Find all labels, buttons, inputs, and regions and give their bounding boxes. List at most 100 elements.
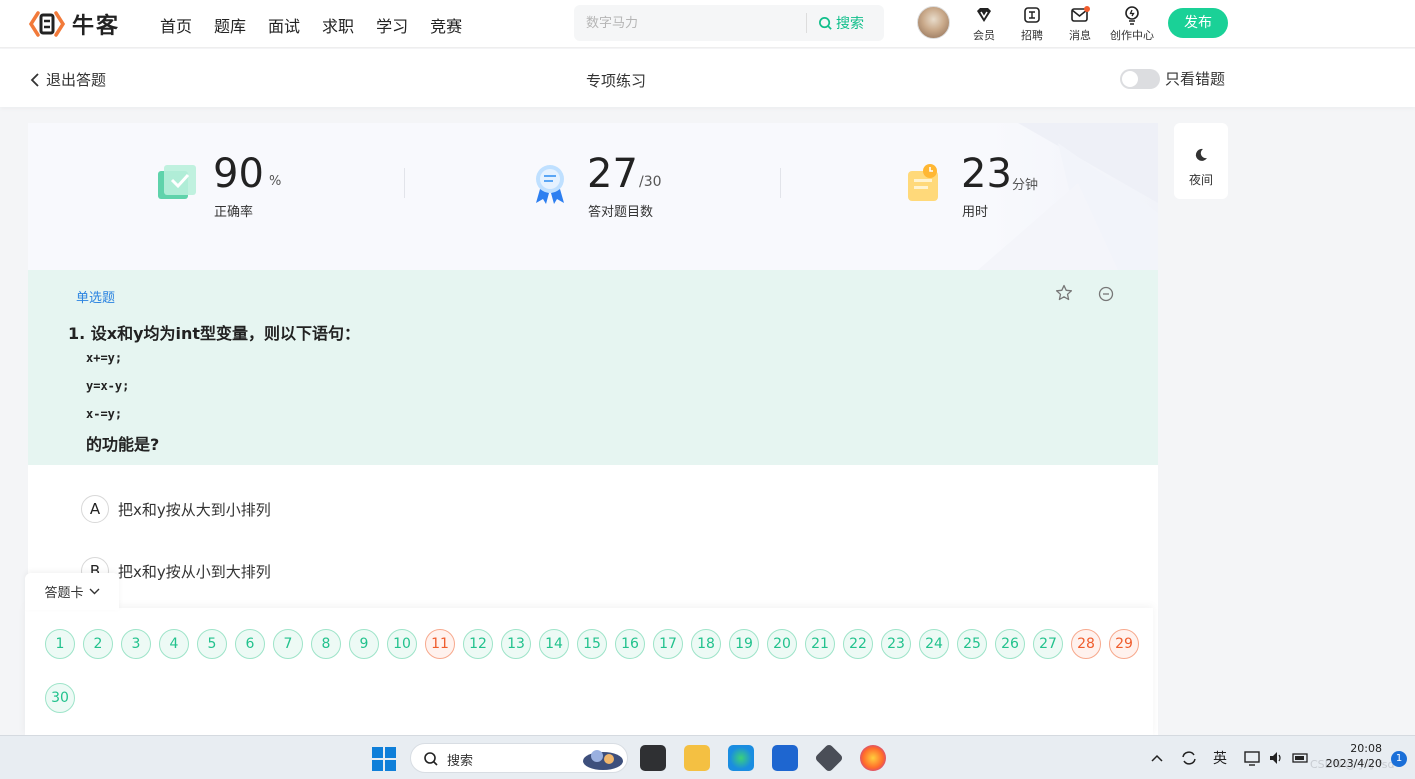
answer-card-number[interactable]: 14 [539,629,569,659]
logo-text: 牛客 [72,14,121,39]
answer-card-number[interactable]: 30 [45,683,75,713]
answer-card-number[interactable]: 27 [1033,629,1063,659]
accuracy-unit: % [269,174,282,189]
sub-header: 退出答题 专项练习 只看错题 [0,49,1415,107]
nav-recruit-label: 招聘 [1021,29,1043,42]
chevron-up-icon[interactable] [1151,754,1163,762]
night-mode-label: 夜间 [1188,173,1213,187]
star-icon[interactable] [1055,284,1073,306]
taskbar-search[interactable]: 搜索 [410,743,628,773]
answer-card-number[interactable]: 19 [729,629,759,659]
wrong-only-label: 只看错题 [1165,70,1226,88]
answer-card-number[interactable]: 1 [45,629,75,659]
answer-card-number[interactable]: 16 [615,629,645,659]
recruit-icon [1008,4,1056,26]
logo[interactable]: 牛客 [28,8,120,40]
search-button[interactable]: 搜索 [818,13,864,33]
toggle-switch[interactable] [1120,68,1160,89]
answer-card-number[interactable]: 21 [805,629,835,659]
nav-message-label: 消息 [1069,29,1091,42]
checkbook-icon [158,163,198,205]
clock-time: 20:08 [1350,742,1382,755]
nav-link-interview[interactable]: 面试 [268,13,300,37]
answer-card-number[interactable]: 25 [957,629,987,659]
answer-card-label: 答题卡 [44,586,84,601]
result-stats: 90 % 正确率 27 /30 答对题目数 23 分钟 用时 [28,123,1158,270]
nowcoder-logo-icon [28,9,66,39]
minus-circle-icon[interactable] [1098,286,1114,306]
correct-value: 27 [587,151,638,197]
search-button-label: 搜索 [836,16,864,32]
ime-indicator[interactable]: 英 [1213,748,1227,768]
answer-card-number[interactable]: 26 [995,629,1025,659]
answer-card-number[interactable]: 23 [881,629,911,659]
nav-message[interactable]: 消息 [1056,4,1104,43]
publish-button[interactable]: 发布 [1168,8,1228,38]
nav-recruit[interactable]: 招聘 [1008,4,1056,43]
avatar[interactable] [917,6,950,39]
wrong-only-toggle[interactable]: 只看错题 [1120,68,1225,89]
answer-card-number[interactable]: 18 [691,629,721,659]
speaker-icon[interactable] [1268,750,1284,766]
nav-link-question-bank[interactable]: 题库 [214,13,246,37]
lightbulb-icon [1108,4,1156,26]
edge-browser-icon[interactable] [728,745,754,771]
answer-card-number[interactable]: 11 [425,629,455,659]
correct-total: /30 [639,174,662,190]
nav-vip[interactable]: 会员 [960,4,1008,43]
option-text: 把x和y按从小到大排列 [118,562,271,581]
page-title: 专项练习 [585,72,646,90]
question-area: 单选题 1. 设x和y均为int型变量，则以下语句： x+=y; y=x-y; … [28,270,1158,465]
task-view-icon[interactable] [640,745,666,771]
answer-card-number[interactable]: 15 [577,629,607,659]
answer-card-number[interactable]: 29 [1109,629,1139,659]
notification-badge[interactable]: 1 [1391,751,1407,767]
battery-icon[interactable] [1292,751,1310,765]
nav-link-jobs[interactable]: 求职 [322,13,354,37]
answer-card-number[interactable]: 2 [83,629,113,659]
clock-note-icon [906,163,944,207]
answer-card-number[interactable]: 12 [463,629,493,659]
answer-card-number[interactable]: 28 [1071,629,1101,659]
app-icon[interactable] [814,743,844,773]
nav-creator-center[interactable]: 创作中心 [1108,4,1156,43]
option-a[interactable]: A 把x和y按从大到小排列 [81,495,271,523]
answer-card-number[interactable]: 22 [843,629,873,659]
network-icon[interactable] [1244,750,1262,766]
answer-card-number[interactable]: 13 [501,629,531,659]
search-divider [806,13,807,33]
answer-card-number[interactable]: 5 [197,629,227,659]
answer-card-number[interactable]: 17 [653,629,683,659]
night-mode-button[interactable]: 夜间 [1174,123,1228,199]
answer-card-number[interactable]: 24 [919,629,949,659]
answer-card-number[interactable]: 6 [235,629,265,659]
answer-card-toggle[interactable]: 答题卡 [25,573,119,610]
system-clock[interactable]: 20:08 2023/4/20 [1322,741,1382,771]
divider [404,168,405,198]
option-letter: A [81,495,109,523]
answer-card-number[interactable]: 7 [273,629,303,659]
answer-card-number[interactable]: 8 [311,629,341,659]
answer-card-number[interactable]: 4 [159,629,189,659]
answer-card-number[interactable]: 3 [121,629,151,659]
accuracy-value: 90 [213,151,264,197]
firefox-icon[interactable] [860,745,886,771]
answer-card-number[interactable]: 20 [767,629,797,659]
nav-link-contest[interactable]: 竞赛 [430,13,462,37]
search-input[interactable]: 数字马力 [586,12,638,31]
divider [780,168,781,198]
moon-icon [1195,148,1207,161]
store-icon[interactable] [772,745,798,771]
answer-card-number[interactable]: 10 [387,629,417,659]
search-icon [424,752,438,766]
windows-start-icon[interactable] [372,747,396,771]
file-explorer-icon[interactable] [684,745,710,771]
nav-link-learn[interactable]: 学习 [376,13,408,37]
sync-icon[interactable] [1180,749,1198,767]
nav-link-home[interactable]: 首页 [160,13,192,37]
search-box[interactable]: 数字马力 搜索 [574,5,884,41]
search-icon [819,16,832,30]
code-line: x-=y; [86,407,123,421]
answer-card-number[interactable]: 9 [349,629,379,659]
accuracy-label: 正确率 [214,205,254,220]
